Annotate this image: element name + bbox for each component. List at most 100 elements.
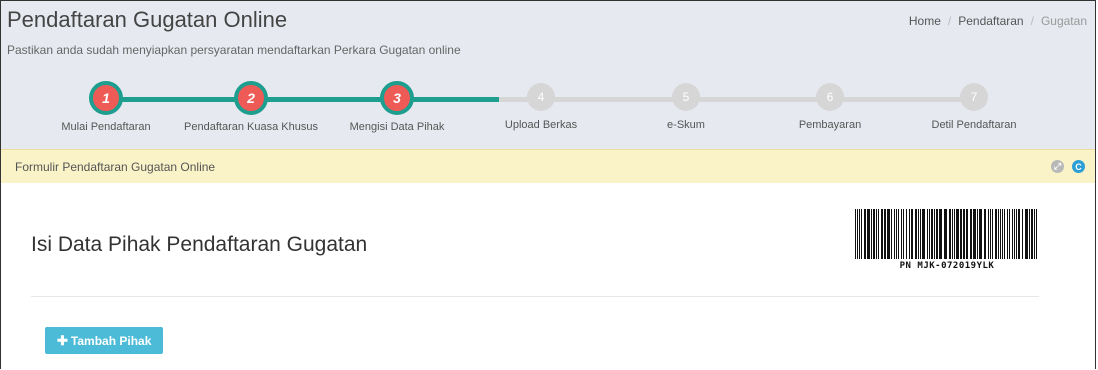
barcode-bar — [1007, 209, 1008, 259]
barcode-image — [855, 209, 1037, 259]
barcode-bar — [909, 209, 910, 259]
page-header: Pendaftaran Gugatan Online Pastikan anda… — [1, 1, 1095, 149]
barcode-bar — [891, 209, 892, 259]
barcode-bar — [954, 209, 955, 259]
barcode-bar — [1022, 209, 1023, 259]
barcode-bar — [998, 209, 999, 259]
step-number: 4 — [527, 83, 555, 111]
panel-body: Isi Data Pihak Pendaftaran Gugatan PN MJ… — [1, 183, 1095, 370]
barcode-bar — [861, 209, 862, 259]
barcode-bar — [984, 209, 986, 259]
barcode-bar — [911, 209, 913, 259]
barcode-bar — [922, 209, 925, 259]
barcode-bar — [1016, 209, 1017, 259]
barcode-bar — [864, 209, 866, 259]
barcode-bar — [859, 209, 860, 259]
case-barcode: PN MJK-072019YLK — [853, 209, 1041, 275]
step-pendaftaran-kuasa-khusus[interactable]: 2 Pendaftaran Kuasa Khusus — [181, 75, 321, 133]
barcode-bar — [920, 209, 921, 259]
barcode-bar — [918, 209, 919, 259]
barcode-bar — [867, 209, 870, 259]
barcode-bar — [956, 209, 959, 259]
barcode-bar — [881, 209, 883, 259]
barcode-bar — [1031, 209, 1033, 259]
collapse-icon[interactable]: C — [1072, 160, 1085, 173]
barcode-bar — [1036, 209, 1037, 259]
barcode-bar — [873, 209, 875, 259]
barcode-bar — [990, 209, 991, 259]
barcode-bar — [988, 209, 989, 259]
step-pembayaran[interactable]: 6 Pembayaran — [760, 75, 900, 131]
step-mengisi-data-pihak[interactable]: 3 Mengisi Data Pihak — [327, 75, 467, 133]
barcode-bar — [977, 209, 978, 259]
breadcrumb-gugatan: Gugatan — [1040, 14, 1087, 28]
step-label: Detil Pendaftaran — [931, 119, 1017, 131]
step-number: 3 — [380, 81, 414, 115]
barcode-text: PN MJK-072019YLK — [899, 261, 995, 271]
breadcrumb-pendaftaran[interactable]: Pendaftaran — [958, 14, 1023, 28]
step-mulai-pendaftaran[interactable]: 1 Mulai Pendaftaran — [36, 75, 176, 133]
barcode-bar — [903, 209, 904, 259]
page-subtitle: Pastikan anda sudah menyiapkan persyarat… — [7, 43, 461, 57]
barcode-bar — [884, 209, 886, 259]
app-frame: Pendaftaran Gugatan Online Pastikan anda… — [0, 0, 1096, 370]
barcode-bar — [1009, 209, 1010, 259]
plus-icon: ✚ — [57, 332, 68, 348]
barcode-bar — [934, 209, 935, 259]
barcode-bar — [1012, 209, 1013, 259]
barcode-bar — [1034, 209, 1035, 259]
step-number: 1 — [89, 81, 123, 115]
barcode-bar — [963, 209, 965, 259]
divider — [31, 296, 1039, 297]
step-number: 2 — [234, 81, 268, 115]
barcode-bar — [949, 209, 951, 259]
breadcrumb-separator: / — [1030, 14, 1034, 28]
barcode-bar — [931, 209, 933, 259]
barcode-bar — [1014, 209, 1015, 259]
form-heading: Isi Data Pihak Pendaftaran Gugatan — [31, 233, 368, 256]
progress-stepper: 1 Mulai Pendaftaran 2 Pendaftaran Kuasa … — [1, 75, 1095, 145]
barcode-bar — [936, 209, 938, 259]
barcode-bar — [979, 209, 982, 259]
barcode-bar — [995, 209, 997, 259]
barcode-bar — [1002, 209, 1003, 259]
barcode-bar — [1000, 209, 1001, 259]
barcode-bar — [966, 209, 968, 259]
barcode-bar — [992, 209, 993, 259]
barcode-bar — [960, 209, 962, 259]
barcode-bar — [901, 209, 902, 259]
barcode-bar — [927, 209, 928, 259]
step-label: Pembayaran — [798, 119, 862, 131]
panel-title: Formulir Pendaftaran Gugatan Online — [15, 160, 216, 174]
step-detil-pendaftaran[interactable]: 7 Detil Pendaftaran — [904, 75, 1044, 131]
step-number: 6 — [816, 83, 844, 111]
barcode-bar — [939, 209, 942, 259]
barcode-bar — [1018, 209, 1020, 259]
barcode-bar — [857, 209, 858, 259]
step-label: Pendaftaran Kuasa Khusus — [184, 121, 318, 133]
expand-icon[interactable]: ⤢ — [1051, 160, 1064, 173]
barcode-bar — [1004, 209, 1005, 259]
barcode-bar — [887, 209, 890, 259]
barcode-bar — [906, 209, 907, 259]
barcode-bar — [952, 209, 953, 259]
barcode-bar — [944, 209, 947, 259]
step-e-skum[interactable]: 5 e-Skum — [616, 75, 756, 131]
barcode-bar — [1029, 209, 1030, 259]
panel-toolbar: ⤢ C — [1051, 160, 1085, 173]
breadcrumb: Home / Pendaftaran / Gugatan — [909, 14, 1087, 28]
barcode-bar — [929, 209, 930, 259]
add-party-button[interactable]: ✚ Tambah Pihak — [45, 327, 164, 354]
step-number: 7 — [960, 83, 988, 111]
step-upload-berkas[interactable]: 4 Upload Berkas — [471, 75, 611, 131]
step-label: Upload Berkas — [504, 119, 578, 131]
step-label: e-Skum — [667, 119, 705, 131]
barcode-bar — [973, 209, 976, 259]
barcode-bar — [871, 209, 872, 259]
barcode-bar — [915, 209, 917, 259]
step-number: 5 — [672, 83, 700, 111]
barcode-bar — [970, 209, 972, 259]
breadcrumb-home[interactable]: Home — [909, 14, 941, 28]
panel-header: Formulir Pendaftaran Gugatan Online ⤢ C — [1, 149, 1095, 183]
barcode-bar — [1025, 209, 1028, 259]
